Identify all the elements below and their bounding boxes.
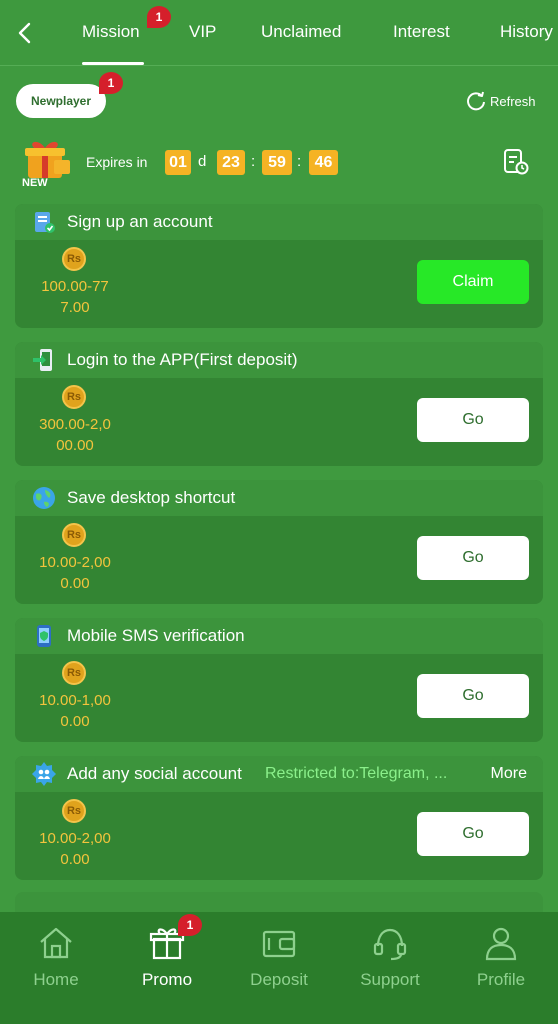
mission-card-header: Mobile SMS verification — [15, 618, 543, 654]
nav-label: Support — [360, 970, 420, 989]
top-nav: Mission 1 VIP Unclaimed Interest History — [0, 0, 558, 66]
reward-line: 00.00 — [56, 437, 94, 454]
tab-mission-badge: 1 — [147, 6, 171, 28]
tab-unclaimed[interactable]: Unclaimed — [261, 22, 341, 42]
rupee-coin-icon: Rs — [62, 523, 86, 547]
timer-days-unit: d — [198, 153, 207, 170]
newplayer-badge: 1 — [99, 72, 123, 94]
user-icon — [485, 927, 517, 961]
expires-label: Expires in — [86, 154, 148, 170]
mission-reward: 300.00-2,0 00.00 — [29, 414, 121, 456]
timer-minutes: 59 — [262, 150, 292, 175]
globe-icon — [33, 487, 55, 509]
tab-history[interactable]: History — [500, 22, 553, 42]
phone-login-icon — [33, 349, 52, 371]
timer-days: 01 — [165, 150, 191, 175]
reward-line: 100.00-77 — [41, 278, 109, 295]
nav-label: Profile — [476, 970, 526, 989]
mission-card-sms: Mobile SMS verification Rs 10.00-1,00 0.… — [15, 618, 543, 742]
nav-profile[interactable]: Profile — [446, 912, 556, 1012]
mission-card-signup: Sign up an account Rs 100.00-77 7.00 Cla… — [15, 204, 543, 328]
more-link[interactable]: More — [491, 765, 527, 783]
nav-label: Promo — [141, 970, 193, 989]
new-label: NEW — [22, 177, 48, 189]
mission-card-header: Login to the APP(First deposit) — [15, 342, 543, 378]
mission-title: Sign up an account — [67, 212, 213, 231]
refresh-icon — [467, 91, 485, 111]
reward-line: 10.00-1,00 — [39, 692, 111, 709]
tab-mission[interactable]: Mission — [82, 22, 140, 42]
reward-line: 0.00 — [60, 575, 90, 592]
back-arrow-icon[interactable] — [14, 20, 36, 46]
mission-card-social: Add any social account Restricted to:Tel… — [15, 756, 543, 880]
mission-title: Add any social account — [67, 764, 242, 783]
reward-line: 0.00 — [60, 713, 90, 730]
phone-shield-icon — [37, 625, 51, 647]
mission-title: Mobile SMS verification — [67, 626, 245, 645]
go-button[interactable]: Go — [417, 398, 529, 442]
wallet-icon — [262, 930, 296, 958]
reward-line: 0.00 — [60, 851, 90, 868]
rupee-coin-icon: Rs — [62, 799, 86, 823]
mission-reward: 10.00-1,00 0.00 — [29, 690, 121, 732]
go-button[interactable]: Go — [417, 536, 529, 580]
mission-reward: 10.00-2,00 0.00 — [29, 552, 121, 594]
mission-title: Save desktop shortcut — [67, 488, 236, 507]
nav-label: Deposit — [250, 970, 308, 989]
clipboard-check-icon — [35, 212, 55, 233]
home-icon — [40, 927, 72, 959]
active-tab-indicator — [82, 62, 144, 65]
reward-line: 7.00 — [60, 299, 90, 316]
tab-vip[interactable]: VIP — [189, 22, 216, 42]
timer-sep: : — [251, 153, 256, 170]
nav-deposit[interactable]: Deposit — [224, 912, 334, 1012]
rupee-coin-icon: Rs — [62, 385, 86, 409]
record-document-icon[interactable] — [502, 148, 530, 176]
social-icon — [32, 762, 56, 786]
timer-hours: 23 — [217, 150, 245, 175]
mission-card-login: Login to the APP(First deposit) Rs 300.0… — [15, 342, 543, 466]
claim-button[interactable]: Claim — [417, 260, 529, 304]
mission-reward: 100.00-77 7.00 — [29, 276, 121, 318]
mission-card-shortcut: Save desktop shortcut Rs 10.00-2,00 0.00… — [15, 480, 543, 604]
nav-promo[interactable]: Promo 1 — [112, 912, 222, 1012]
reward-line: 10.00-2,00 — [39, 554, 111, 571]
go-button[interactable]: Go — [417, 674, 529, 718]
newplayer-pill[interactable]: Newplayer — [16, 84, 106, 118]
refresh-button[interactable]: Refresh — [465, 90, 536, 112]
tab-interest[interactable]: Interest — [393, 22, 450, 42]
reward-line: 300.00-2,0 — [39, 416, 111, 433]
go-button[interactable]: Go — [417, 812, 529, 856]
timer-sep: : — [297, 153, 302, 170]
rupee-coin-icon: Rs — [62, 661, 86, 685]
mission-card-header: Sign up an account — [15, 204, 543, 240]
nav-home[interactable]: Home — [1, 912, 111, 1012]
refresh-label: Refresh — [490, 93, 536, 109]
rupee-coin-icon: Rs — [62, 247, 86, 271]
mission-card-header: Save desktop shortcut — [15, 480, 543, 516]
nav-support[interactable]: Support — [335, 912, 445, 1012]
promo-badge: 1 — [178, 914, 202, 936]
headset-icon — [373, 928, 407, 961]
new-gift-icon: NEW — [22, 141, 70, 189]
mission-card-header: Add any social account Restricted to:Tel… — [15, 756, 543, 792]
nav-label: Home — [33, 970, 79, 989]
restricted-text: Restricted to:Telegram, ... — [265, 765, 448, 782]
reward-line: 10.00-2,00 — [39, 830, 111, 847]
timer-seconds: 46 — [309, 150, 338, 175]
bottom-nav: Home Promo 1 Deposit Support Profile — [0, 912, 558, 1024]
mission-reward: 10.00-2,00 0.00 — [29, 828, 121, 870]
mission-title: Login to the APP(First deposit) — [67, 350, 298, 369]
